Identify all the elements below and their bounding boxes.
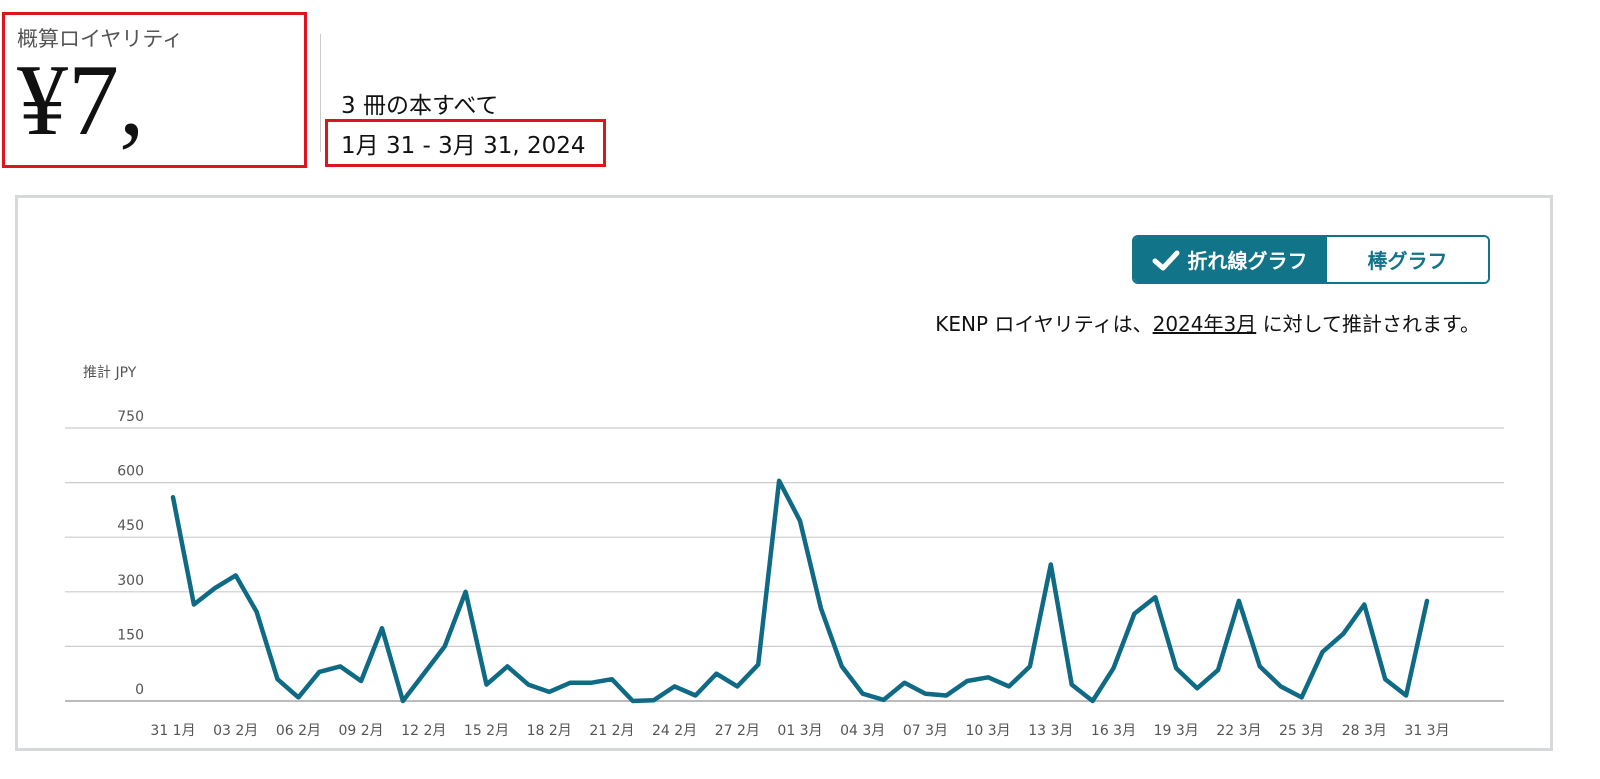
estimated-royalty-panel: 概算ロイヤリティ ¥7, bbox=[2, 12, 307, 168]
date-range-panel: 1月 31 - 3月 31, 2024 bbox=[325, 119, 606, 167]
x-tick-label: 04 3月 bbox=[840, 723, 885, 739]
chart-card: 折れ線グラフ 棒グラフ KENP ロイヤリティは、2024年3月 に対して推計さ… bbox=[15, 195, 1553, 751]
series-line-royalty bbox=[170, 478, 1430, 704]
x-tick-label: 01 3月 bbox=[777, 723, 822, 739]
x-tick-label: 27 2月 bbox=[715, 723, 760, 739]
x-tick-label: 13 3月 bbox=[1028, 723, 1073, 739]
y-tick-label: 450 bbox=[117, 518, 144, 534]
books-scope-text: 3 冊の本すべて bbox=[341, 93, 499, 119]
y-axis-title: 推計 JPY bbox=[83, 365, 137, 381]
x-tick-label: 06 2月 bbox=[276, 723, 321, 739]
x-tick-label: 03 2月 bbox=[213, 723, 258, 739]
x-tick-label: 22 3月 bbox=[1216, 723, 1261, 739]
x-tick-label: 09 2月 bbox=[339, 723, 384, 739]
y-tick-label: 150 bbox=[117, 627, 144, 643]
royalty-line-chart: 推計 JPY 0 150 300 450 600 750 31 1月 03 2月 06 2月 0… bbox=[65, 365, 1504, 739]
x-tick-label: 16 3月 bbox=[1091, 723, 1136, 739]
date-range-text: 1月 31 - 3月 31, 2024 bbox=[341, 133, 586, 159]
x-tick-label: 10 3月 bbox=[966, 723, 1011, 739]
y-tick-label: 0 bbox=[135, 682, 144, 698]
x-tick-label: 28 3月 bbox=[1342, 723, 1387, 739]
x-tick-layer: 31 1月 03 2月 06 2月 09 2月 12 2月 15 2月 18 2月 21 2月… bbox=[150, 723, 1449, 739]
x-tick-label: 15 2月 bbox=[464, 723, 509, 739]
x-tick-label: 21 2月 bbox=[589, 723, 634, 739]
y-tick-label: 300 bbox=[117, 573, 144, 589]
x-tick-label: 19 3月 bbox=[1154, 723, 1199, 739]
x-tick-label: 07 3月 bbox=[903, 723, 948, 739]
y-tick-layer: 0 150 300 450 600 750 bbox=[117, 409, 144, 698]
y-tick-label: 750 bbox=[117, 409, 144, 425]
x-tick-label: 31 1月 bbox=[150, 723, 195, 739]
x-tick-label: 31 3月 bbox=[1404, 723, 1449, 739]
x-tick-label: 24 2月 bbox=[652, 723, 697, 739]
grid-layer bbox=[65, 427, 1504, 702]
royalty-value: ¥7, bbox=[17, 44, 145, 157]
y-tick-label: 600 bbox=[117, 464, 144, 480]
x-tick-label: 25 3月 bbox=[1279, 723, 1324, 739]
x-tick-label: 12 2月 bbox=[401, 723, 446, 739]
summary-divider bbox=[320, 34, 321, 152]
x-tick-label: 18 2月 bbox=[527, 723, 572, 739]
